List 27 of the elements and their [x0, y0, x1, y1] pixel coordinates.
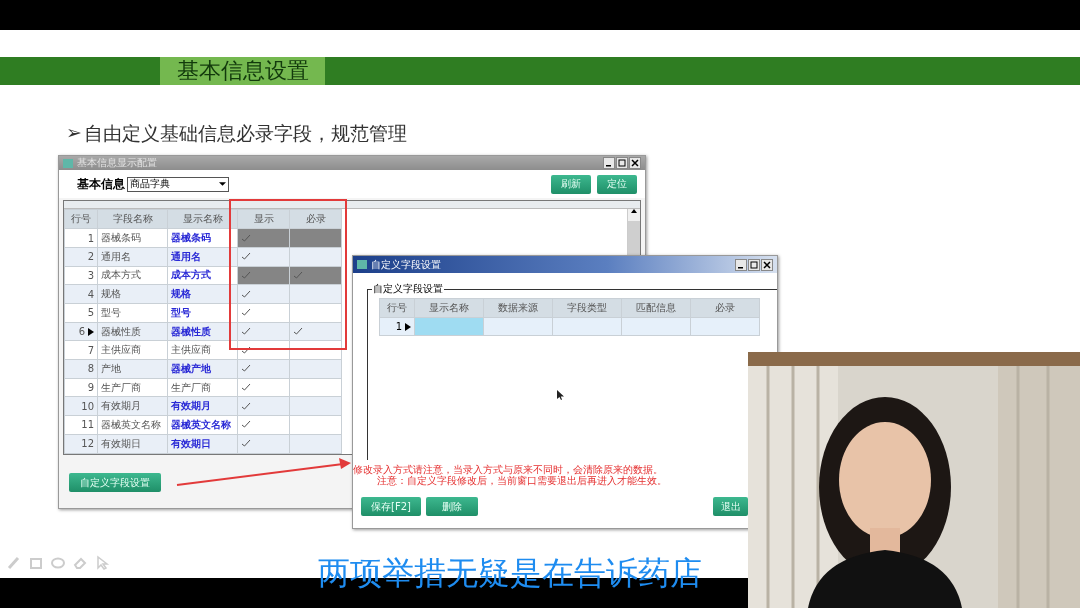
row-number-cell: 7: [64, 340, 98, 360]
slide-title: 基本信息设置: [160, 57, 325, 85]
filter-label: 基本信息: [77, 175, 125, 193]
warning-note: 修改录入方式请注意，当录入方式与原来不同时，会清除原来的数据。: [353, 464, 663, 475]
bullet-marker: ➢: [66, 121, 82, 145]
table-cell: 生产厂商: [97, 378, 168, 397]
row-number-cell: 1: [64, 228, 98, 248]
window-title: 基本信息显示配置: [77, 156, 157, 171]
row-number-cell: 3: [64, 266, 98, 285]
row-number-cell: 9: [64, 378, 98, 397]
table-cell: 主供应商: [167, 340, 238, 360]
row-number-cell: 5: [64, 303, 98, 323]
table-cell: 主供应商: [97, 340, 168, 360]
table-cell: 器械条码: [167, 228, 238, 248]
table-cell: 型号: [167, 303, 238, 323]
table-cell: 成本方式: [97, 266, 168, 285]
table-cell: 器械英文名称: [97, 415, 168, 435]
row-number-cell: 11: [64, 415, 98, 435]
slide-bullet: 自由定义基础信息必录字段，规范管理: [83, 121, 407, 146]
table-cell: 型号: [97, 303, 168, 323]
group-label: 自定义字段设置: [372, 282, 444, 296]
table-cell: 器械英文名称: [167, 415, 238, 435]
table-cell: 器械条码: [97, 228, 168, 248]
table-cell: 生产厂商: [167, 378, 238, 397]
window-title: 自定义字段设置: [371, 257, 441, 272]
warning-note: 注意：自定义字段修改后，当前窗口需要退出后再进入才能生效。: [377, 475, 667, 486]
table-cell: 成本方式: [167, 266, 238, 285]
